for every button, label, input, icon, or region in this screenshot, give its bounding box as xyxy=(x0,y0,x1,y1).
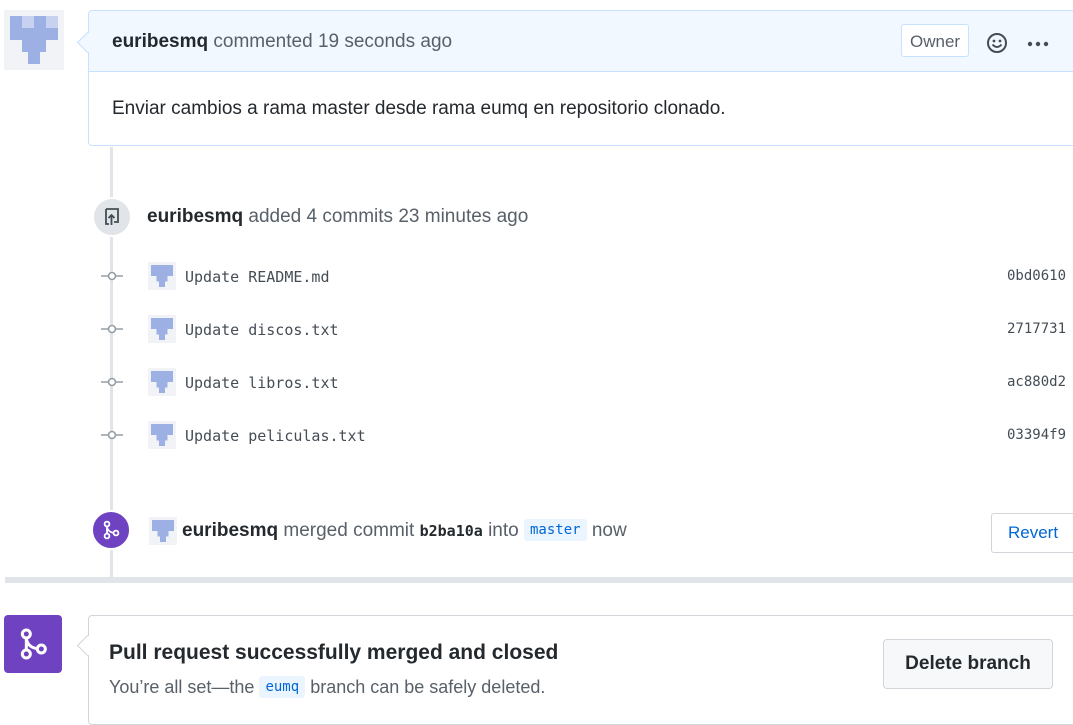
comment-box: euribesmq commented 19 seconds ago Owner… xyxy=(88,10,1073,146)
git-commit-icon xyxy=(101,430,123,440)
comment-author-link[interactable]: euribesmq xyxy=(112,31,208,52)
commit-sha-link[interactable]: ac880d2 xyxy=(1007,374,1066,390)
commit-message-link[interactable]: Update peliculas.txt xyxy=(185,427,366,445)
merge-into: into xyxy=(488,520,519,541)
delete-branch-button[interactable]: Delete branch xyxy=(883,639,1053,689)
owner-badge: Owner xyxy=(901,24,970,57)
commit-message-link[interactable]: Update README.md xyxy=(185,268,330,286)
merge-author-avatar[interactable] xyxy=(149,517,177,545)
comment-body: Enviar cambios a rama master desde rama … xyxy=(112,98,726,119)
source-branch[interactable]: eumq xyxy=(259,676,306,698)
merge-event-text: euribesmq merged commit b2ba10a into mas… xyxy=(182,519,627,542)
timeline-separator xyxy=(5,577,1073,583)
smiley-icon[interactable] xyxy=(986,32,1008,54)
merge-commit-sha-link[interactable]: b2ba10a xyxy=(420,522,483,540)
revert-button[interactable]: Revert xyxy=(991,513,1073,553)
git-merge-icon xyxy=(103,520,120,540)
merged-sub-prefix: You’re all set—the xyxy=(109,677,255,697)
target-branch[interactable]: master xyxy=(524,519,587,541)
merged-status-icon-box xyxy=(4,615,62,673)
merge-action: merged commit xyxy=(283,520,415,541)
commits-action: added 4 commits xyxy=(248,206,394,227)
merged-sub-suffix: branch can be safely deleted. xyxy=(310,677,546,697)
merged-title: Pull request successfully merged and clo… xyxy=(109,641,559,664)
comment-header: euribesmq commented 19 seconds ago Owner xyxy=(89,11,1073,72)
merge-author-link[interactable]: euribesmq xyxy=(182,520,278,541)
git-commit-icon xyxy=(101,377,123,387)
git-commit-icon xyxy=(101,324,123,334)
commit-message-link[interactable]: Update discos.txt xyxy=(185,321,339,339)
avatar[interactable] xyxy=(4,10,64,70)
commits-author-link[interactable]: euribesmq xyxy=(147,206,243,227)
git-merge-icon xyxy=(20,628,47,660)
commits-time[interactable]: 23 minutes ago xyxy=(398,206,528,227)
merged-status-box: Pull request successfully merged and clo… xyxy=(88,615,1073,725)
commit-sha-link[interactable]: 0bd0610 xyxy=(1007,268,1066,284)
commit-avatar[interactable] xyxy=(148,262,176,290)
comment-meta: euribesmq commented 19 seconds ago xyxy=(112,31,452,53)
merged-badge xyxy=(91,510,131,550)
commit-avatar[interactable] xyxy=(148,368,176,396)
commit-sha-link[interactable]: 03394f9 xyxy=(1007,427,1066,443)
comment-action: commented xyxy=(213,31,313,52)
commits-badge xyxy=(92,197,132,237)
merged-subtitle: You’re all set—the eumq branch can be sa… xyxy=(109,676,545,698)
git-commit-icon xyxy=(101,271,123,281)
commit-sha-link[interactable]: 2717731 xyxy=(1007,321,1066,337)
repo-push-icon xyxy=(105,208,119,225)
commit-avatar[interactable] xyxy=(148,421,176,449)
comment-time[interactable]: 19 seconds ago xyxy=(318,31,452,52)
commits-event-text: euribesmq added 4 commits 23 minutes ago xyxy=(147,206,528,228)
kebab-horizontal-icon[interactable] xyxy=(1027,41,1049,47)
merge-time[interactable]: now xyxy=(592,520,627,541)
commit-avatar[interactable] xyxy=(148,315,176,343)
commit-message-link[interactable]: Update libros.txt xyxy=(185,374,339,392)
